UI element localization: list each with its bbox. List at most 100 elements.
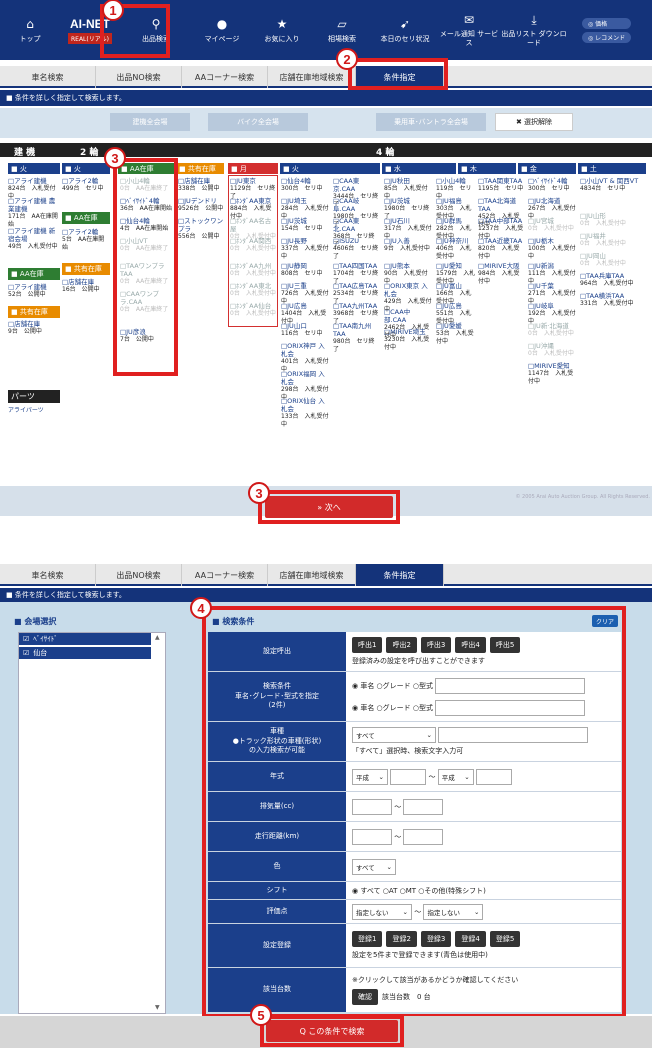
col2-aa-header: ■ AA在庫 [62, 212, 110, 224]
venue-cell[interactable]: □JUデンドリ 9526台 公開中 [178, 197, 226, 213]
checkbox-icon: ☑ [23, 635, 30, 643]
tab-store[interactable]: 店舗在庫地域検索 [268, 564, 356, 586]
marker-2: 2 [336, 48, 358, 70]
pill-group: ◎ 価格 ◎ レコメンド [582, 17, 632, 43]
marker-5: 5 [250, 1004, 272, 1026]
scroll-down-icon[interactable]: ▼ [155, 1004, 160, 1011]
venue-cell[interactable]: □JU静岡 808台 セリ中 [281, 262, 331, 278]
nav-download[interactable]: ⤓ 出品リスト ダウンロード [500, 2, 568, 58]
tab-name[interactable]: 車名検索 [0, 66, 96, 88]
nav-mail[interactable]: ✉ メール通知 サービス [438, 2, 500, 58]
marker-4: 4 [190, 597, 212, 619]
info-bar: ■ 条件を詳しく指定して検索します。 [0, 90, 652, 106]
tab-number[interactable]: 出品NO検索 [96, 564, 182, 586]
venue-cell[interactable]: □ﾎﾝﾀﾞAA東北 0台 入札受付中 [230, 282, 277, 298]
tab-bar: 車名検索 出品NO検索 AAコーナー検索 店舗在庫地域検索 条件指定 [0, 66, 652, 88]
venue-cell[interactable]: □アライ建機 新宿会場 49台 入札受付中 [8, 227, 60, 251]
highlight-aa-column [113, 158, 178, 376]
all-car-button[interactable]: 乗用車･バントラ全会場 [376, 113, 486, 131]
tab-name[interactable]: 車名検索 [0, 564, 96, 586]
nav-favorite[interactable]: ★ お気に入り [252, 2, 312, 58]
venue-cell[interactable]: □JU入善 9台 入札受付中 [384, 237, 432, 253]
highlight-form [202, 606, 626, 1018]
venue-cell[interactable]: □MIRIVE大阪 984台 入札受付中 [478, 262, 524, 285]
venue-list[interactable] [18, 632, 166, 1014]
venue-cell[interactable]: □JU茨城 154台 セリ中 [281, 217, 331, 233]
venue-cell[interactable]: □JU長野 337台 入札受付中 [281, 237, 331, 260]
parts-item[interactable]: アライパーツ [8, 407, 60, 415]
venue-cell[interactable]: □JU栃木 100台 入札受付中 [528, 237, 576, 260]
venue-cell[interactable]: □JU新·北海道 0台 入札受付中 [528, 322, 576, 338]
venue-cell[interactable]: □アライ2輪 5台 AA在庫開始 [62, 228, 110, 251]
tab-number[interactable]: 出品NO検索 [96, 66, 182, 88]
venue-cell[interactable]: □MIRIVE愛知 1147台 入札受付中 [528, 362, 576, 385]
venue-cell[interactable]: □アライ建機 52台 公開中 [8, 283, 60, 299]
mail-icon: ✉ [463, 12, 475, 27]
highlight-search-button [260, 1015, 404, 1047]
day-wed: ■ 水 [382, 163, 456, 174]
day-niwa-tue: ■ 火 [62, 163, 110, 174]
venue-cell[interactable]: □ORIX仙台 入札会 133台 入札受付中 [281, 397, 331, 428]
venue-cell[interactable]: □ストックワンプラ 556台 公開中 [178, 217, 226, 241]
venue-cell[interactable]: □アライ2輪 499台 セリ中 [62, 177, 110, 193]
nav-today[interactable]: ➹ 本日のセリ状況 [372, 2, 438, 58]
venue-cell[interactable]: □店舗在庫 338台 公開中 [178, 177, 226, 193]
marker-3a: 3 [104, 147, 126, 169]
recommend-pill[interactable]: ◎ レコメンド [582, 31, 632, 43]
parts-header: パーツ [8, 390, 60, 403]
venue-cell[interactable]: □JU山形 0台 入札受付中 [580, 212, 646, 228]
venue-cell[interactable]: □ﾎﾝﾀﾞAA九州 0台 入札受付中 [230, 262, 277, 278]
highlight-condition-tab [348, 58, 448, 90]
venue-cell[interactable]: □ﾎﾝﾀﾞAA仙台 0台 入札受付中 [230, 302, 277, 318]
venue-cell[interactable]: □ﾎﾝﾀﾞAA関西 0台 入札受付中 [230, 237, 277, 253]
venue-cell[interactable]: □TAA横浜TAA 331台 入札受付中 [580, 292, 646, 308]
venue-list-item[interactable]: ☑ ﾍﾞｲｻｲﾄﾞ [19, 633, 151, 645]
venue-title: ■ 会場選択 [14, 617, 57, 626]
venue-cell[interactable]: □JU愛媛 53台 入札受付中 [436, 322, 476, 345]
venue-list-item[interactable]: ☑ 仙台 [19, 647, 151, 659]
venue-cell[interactable]: □JU宮城 0台 入札受付中 [528, 217, 576, 233]
download-icon: ⤓ [531, 12, 537, 27]
venue-cell[interactable]: □店舗在庫 9台 公開中 [8, 320, 60, 336]
venue-cell[interactable]: □TAA兵庫TAA 964台 入札受付中 [580, 272, 646, 288]
top-navigation: ⌂ トップ AI-NET REAL(リアル) ⚲ 出品検索 ● マイページ ★ お気に入り… [0, 0, 652, 60]
day-tue: ■ 火 [280, 163, 380, 174]
highlight-next [258, 490, 400, 524]
venue-cell[interactable]: □アライ建機 農業建機 171台 AA在庫開始 [8, 197, 60, 228]
all-bike-button[interactable]: バイク全会場 [208, 113, 308, 131]
tab-aa[interactable]: AAコーナー検索 [182, 564, 268, 586]
venue-cell[interactable]: □小山VT & 関西VT 4834台 セリ中 [580, 177, 646, 193]
venue-cell[interactable]: □JU山口 116台 セリ中 [281, 322, 331, 338]
venue-cell[interactable]: □TAA南九州TAA 980台 セリ終了 [333, 322, 380, 353]
venue-cell[interactable]: □ISUZU 4606台 セリ終了 [333, 237, 380, 260]
venue-cell[interactable]: □JU神奈川 406台 入札受付中 [436, 237, 476, 260]
clear-selection-button[interactable]: ✖ 選択解除 [495, 113, 573, 131]
venue-cell[interactable]: □TAA関東TAA 1195台 セリ中 [478, 177, 524, 193]
price-pill[interactable]: ◎ 価格 [582, 17, 632, 29]
tab-aa[interactable]: AAコーナー検索 [182, 66, 268, 88]
nav-top[interactable]: ⌂ トップ [0, 2, 60, 58]
venue-cell[interactable]: □ﾍﾞｲｻｲﾄﾞ4輪 300台 セリ中 [528, 177, 576, 193]
venue-cell[interactable]: □仙台4輪 300台 セリ中 [281, 177, 331, 193]
day-kenki-tue: ■ 火 [8, 163, 60, 174]
col1-kyouyu-header: ■ 共有在庫 [8, 306, 60, 318]
venue-cell[interactable]: □店舗在庫 16台 公開中 [62, 278, 110, 294]
group-yonwa: 4 輪 [376, 148, 395, 158]
venue-cell[interactable]: □TAA近畿TAA 820台 入札受付中 [478, 237, 524, 260]
scroll-up-icon[interactable]: ▲ [155, 634, 160, 641]
day-kyouyu: ■ 共有在庫 [176, 163, 224, 174]
col1-aa-header: ■ AA在庫 [8, 268, 60, 280]
day-mon: ■ 月 [228, 163, 278, 174]
venue-cell[interactable]: □ORIX神戸 入札会 401台 入札受付中 [281, 342, 331, 373]
home-icon: ⌂ [26, 17, 34, 32]
chart-icon: ▱ [337, 17, 347, 32]
venue-cell[interactable]: □JU沖縄 0台 入札受付中 [528, 342, 576, 358]
all-construction-button[interactable]: 建機全会場 [110, 113, 190, 131]
nav-mypage[interactable]: ● マイページ [192, 2, 252, 58]
marker-3b: 3 [248, 482, 270, 504]
venue-cell[interactable]: □MIRIVE埼玉 3230台 入札受付中 [384, 328, 432, 351]
marker-1: 1 [102, 0, 124, 21]
tab-condition[interactable]: 条件指定 [356, 564, 444, 586]
venue-cell[interactable]: □JU福井 0台 入札受付中 [580, 232, 646, 248]
venue-cell[interactable]: □JU岡山 0台 入札受付中 [580, 252, 646, 268]
